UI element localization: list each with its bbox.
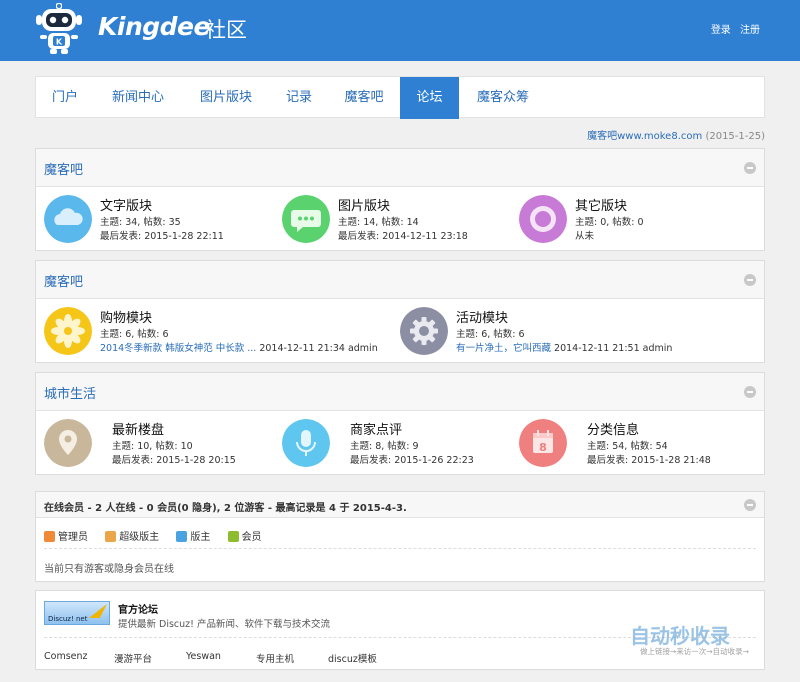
last-post-time: 2014-12-11 21:51 admin — [551, 343, 673, 354]
forum-stats: 主题: 0, 帖数: 0 — [575, 217, 644, 228]
forum-last-post[interactable]: 最后发表: 2014-12-11 23:18 — [338, 228, 468, 242]
forum-stats: 主题: 6, 帖数: 6 — [456, 329, 525, 340]
forum-stats: 主题: 6, 帖数: 6 — [100, 329, 169, 340]
link-yeswan[interactable]: Yeswan — [186, 651, 221, 662]
section-header: 魔客吧 — [36, 149, 764, 187]
site-date: (2015-1-25) — [705, 131, 765, 142]
discuz-logo[interactable]: Discuz! net — [44, 601, 110, 625]
ring-icon[interactable] — [519, 195, 567, 243]
forum-stats: 主题: 10, 帖数: 10 — [112, 441, 193, 452]
online-note: 当前只有游客或隐身会员在线 — [44, 564, 174, 575]
legend-moderator: 版主 — [176, 528, 210, 543]
forum-section-moke8-1: 魔客吧 文字版块 主题: 34, 帖数: 35 最后发表: 2015-1-28 … — [35, 148, 765, 251]
site-link[interactable]: 魔客吧www.moke8.com — [587, 131, 702, 142]
register-link[interactable]: 注册 — [740, 25, 760, 36]
link-roaming-platform[interactable]: 漫游平台 — [114, 651, 152, 665]
online-header: 在线会员 - 2 人在线 - 0 会员(0 隐身), 2 位游客 - 最高记录是… — [36, 492, 764, 518]
last-post-link[interactable]: 2014冬季新款 韩版女神范 中长款 ... — [100, 343, 256, 354]
forum-last-post[interactable]: 最后发表: 2015-1-28 22:11 — [100, 228, 224, 242]
online-members-panel: 在线会员 - 2 人在线 - 0 会员(0 隐身), 2 位游客 - 最高记录是… — [35, 491, 765, 582]
nav-item-crowdfunding[interactable]: 魔客众筹 — [459, 77, 547, 119]
nav-item-portal[interactable]: 门户 — [36, 77, 94, 119]
official-forum-title[interactable]: 官方论坛 — [118, 601, 158, 616]
link-discuz-template[interactable]: discuz模板 — [328, 651, 377, 665]
forum-name[interactable]: 图片版块 — [338, 195, 390, 214]
svg-text:8: 8 — [539, 441, 547, 454]
section-title[interactable]: 魔客吧 — [44, 271, 83, 290]
account-links: 登录 注册 — [705, 21, 760, 36]
forum-name[interactable]: 购物模块 — [100, 307, 152, 326]
collapse-icon[interactable] — [744, 162, 756, 174]
discuz-logo-text: Discuz! net — [48, 615, 88, 623]
forum-name[interactable]: 文字版块 — [100, 195, 152, 214]
login-link[interactable]: 登录 — [711, 25, 731, 36]
moderator-user-icon — [176, 531, 188, 542]
robot-mascot-logo[interactable]: K — [36, 3, 82, 55]
watermark-main: 自动秒收录 — [630, 624, 730, 648]
legend-admin: 管理员 — [44, 528, 88, 543]
flower-icon[interactable] — [44, 307, 92, 355]
link-comsenz[interactable]: Comsenz — [44, 651, 88, 662]
forum-section-moke8-2: 魔客吧 购物模块 主题: 6, 帖数: 6 2014冬季新款 韩版女神范 中长款… — [35, 260, 765, 363]
forum-last-post[interactable]: 最后发表: 2015-1-28 21:48 — [587, 452, 711, 466]
collapse-icon[interactable] — [744, 386, 756, 398]
nav-item-moke8[interactable]: 魔客吧 — [328, 77, 400, 119]
divider — [44, 548, 756, 549]
brand-name[interactable]: Kingdee — [98, 12, 210, 41]
member-legend: 管理员 超级版主 版主 会员 — [44, 528, 276, 543]
watermark: 自动秒收录 做上链接→来访一次→自动收录→ — [630, 618, 790, 658]
calendar-icon[interactable]: 8 — [519, 419, 567, 467]
forum-name[interactable]: 分类信息 — [587, 419, 639, 438]
microphone-icon[interactable] — [282, 419, 330, 467]
cloud-icon[interactable] — [44, 195, 92, 243]
forum-name[interactable]: 其它版块 — [575, 195, 627, 214]
forum-stats: 主题: 14, 帖数: 14 — [338, 217, 419, 228]
gear-icon[interactable] — [400, 307, 448, 355]
collapse-icon[interactable] — [744, 499, 756, 511]
member-user-icon — [227, 531, 239, 542]
chat-bubble-icon[interactable] — [282, 195, 330, 243]
section-title[interactable]: 城市生活 — [44, 383, 96, 402]
main-nav: 门户 新闻中心 图片版块 记录 魔客吧 论坛 魔客众筹 — [35, 76, 765, 119]
forum-stats: 主题: 34, 帖数: 35 — [100, 217, 181, 228]
top-header-bar: K Kingdee 社区 登录 注册 — [0, 0, 800, 61]
link-dedicated-host[interactable]: 专用主机 — [256, 651, 294, 665]
forum-last-post: 有一片净土，它叫西藏 2014-12-11 21:51 admin — [456, 340, 672, 354]
last-post-time: 2014-12-11 21:34 admin — [256, 343, 378, 354]
forum-name[interactable]: 最新楼盘 — [112, 419, 164, 438]
legend-member: 会员 — [227, 528, 262, 543]
forum-name[interactable]: 商家点评 — [350, 419, 402, 438]
forum-stats: 主题: 8, 帖数: 9 — [350, 441, 419, 452]
wing-icon — [89, 604, 107, 618]
forum-stats: 主题: 54, 帖数: 54 — [587, 441, 668, 452]
collapse-icon[interactable] — [744, 274, 756, 286]
forum-last-post[interactable]: 最后发表: 2015-1-28 20:15 — [112, 452, 236, 466]
nav-item-records[interactable]: 记录 — [270, 77, 328, 119]
super-moderator-user-icon — [105, 531, 117, 542]
site-info-line: 魔客吧www.moke8.com (2015-1-25) — [587, 127, 765, 142]
section-header: 魔客吧 — [36, 261, 764, 299]
forum-name[interactable]: 活动模块 — [456, 307, 508, 326]
nav-item-forum[interactable]: 论坛 — [400, 77, 459, 119]
brand-subtitle: 社区 — [205, 18, 247, 42]
section-title[interactable]: 魔客吧 — [44, 159, 83, 178]
forum-section-city-life: 城市生活 最新楼盘 主题: 10, 帖数: 10 最后发表: 2015-1-28… — [35, 372, 765, 475]
forum-last-post: 从未 — [575, 231, 595, 242]
legend-super-moderator: 超级版主 — [105, 528, 159, 543]
section-header: 城市生活 — [36, 373, 764, 411]
svg-text:K: K — [56, 38, 63, 47]
online-title: 在线会员 - 2 人在线 - 0 会员(0 隐身), 2 位游客 - 最高记录是… — [44, 503, 407, 514]
official-forum-desc: 提供最新 Discuz! 产品新闻、软件下载与技术交流 — [118, 619, 330, 630]
forum-last-post[interactable]: 最后发表: 2015-1-26 22:23 — [350, 452, 474, 466]
location-pin-icon[interactable] — [44, 419, 92, 467]
watermark-sub: 做上链接→来访一次→自动收录→ — [640, 647, 749, 656]
nav-item-pictures[interactable]: 图片版块 — [182, 77, 270, 119]
nav-item-news[interactable]: 新闻中心 — [94, 77, 182, 119]
last-post-link[interactable]: 有一片净土，它叫西藏 — [456, 343, 551, 354]
admin-user-icon — [44, 531, 55, 542]
forum-last-post: 2014冬季新款 韩版女神范 中长款 ... 2014-12-11 21:34 … — [100, 340, 378, 354]
